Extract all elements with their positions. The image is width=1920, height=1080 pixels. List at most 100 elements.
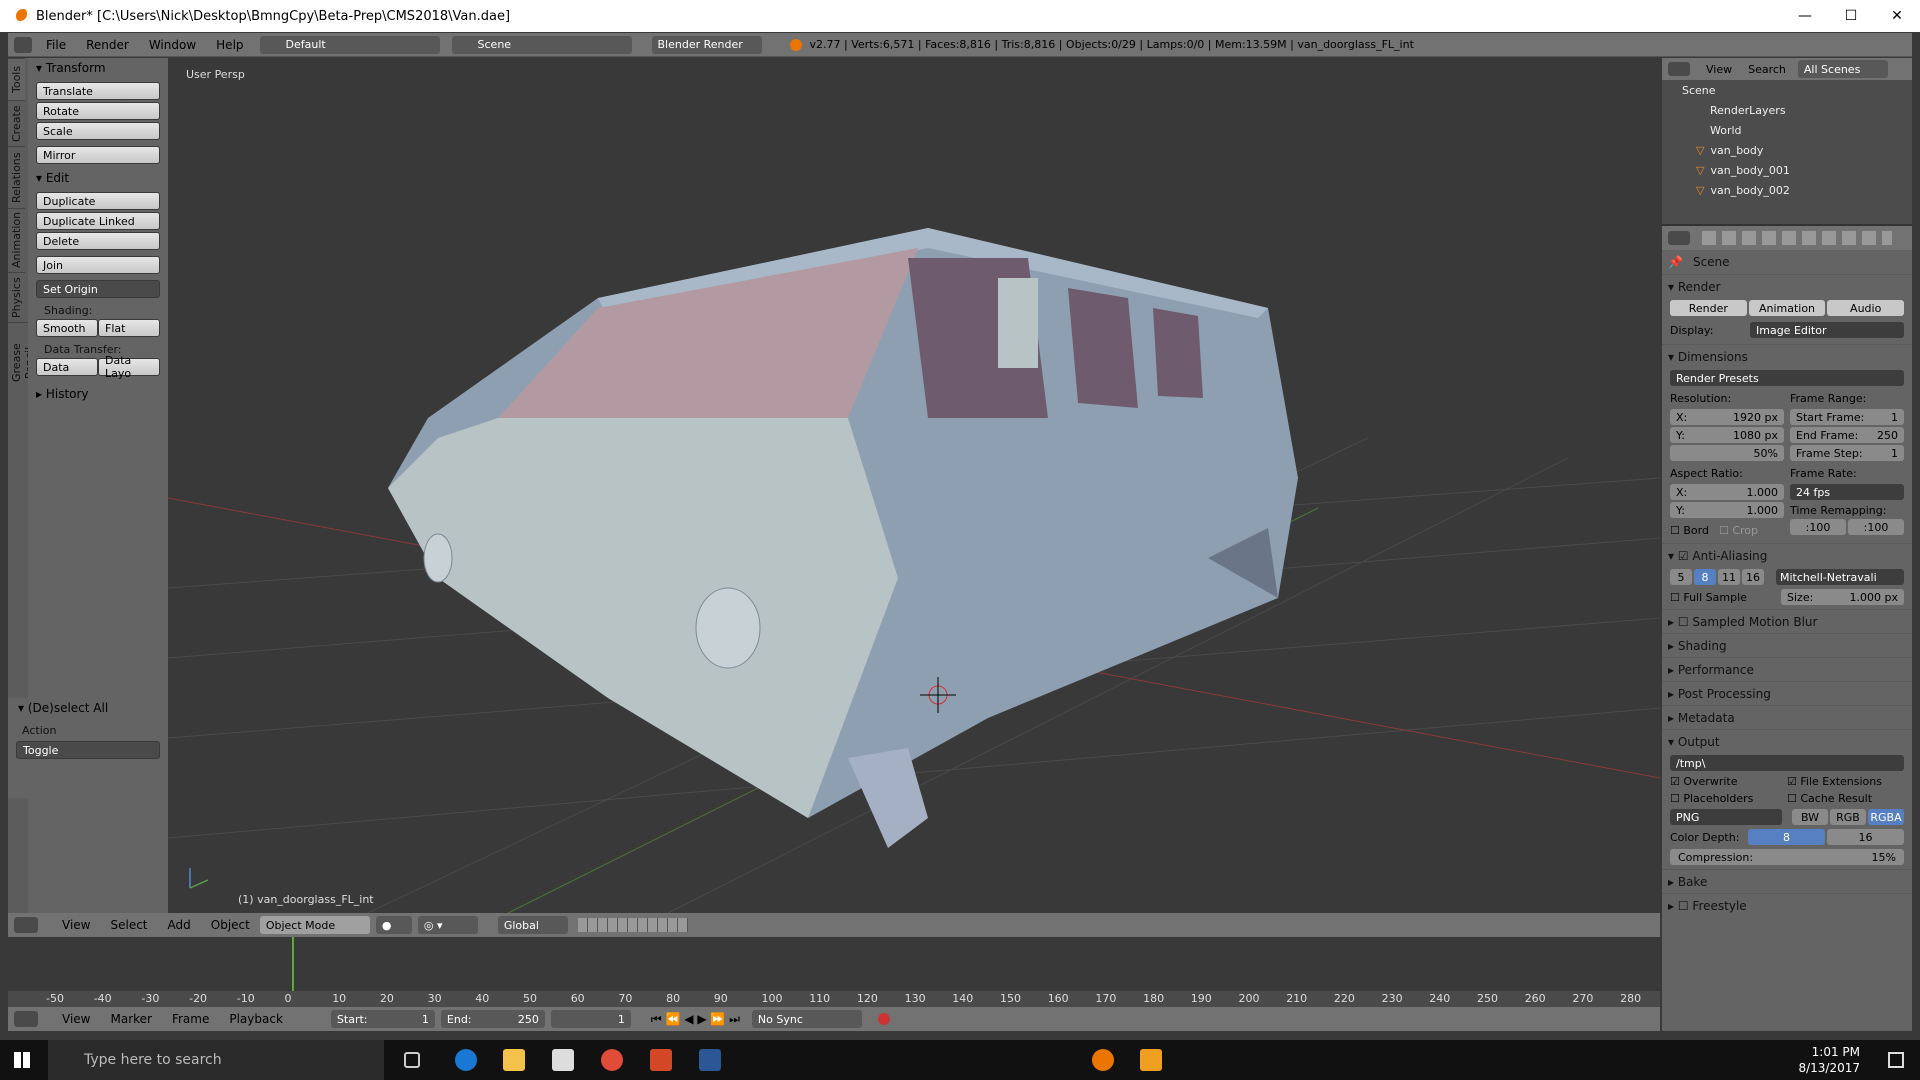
rotate-button[interactable]: Rotate (36, 102, 160, 120)
transform-panel-header[interactable]: ▾ Transform (28, 58, 168, 78)
menu-file[interactable]: File (46, 38, 66, 52)
notification-icon[interactable] (1888, 1052, 1904, 1068)
audio-button[interactable]: Audio (1827, 300, 1905, 316)
start-frame-field[interactable]: Start: 1 (330, 1010, 435, 1028)
outliner[interactable]: View Search All Scenes Scene RenderLayer… (1662, 58, 1912, 226)
aspect-x-field[interactable]: X: 1.000 (1670, 484, 1784, 500)
tab-create[interactable]: Create (8, 100, 25, 146)
select-menu[interactable]: Select (110, 918, 147, 932)
outliner-item-van-body-001[interactable]: ▽ van_body_001 (1662, 160, 1912, 180)
outliner-item-van-body-002[interactable]: ▽ van_body_002 (1662, 180, 1912, 200)
word-icon[interactable] (699, 1049, 721, 1071)
property-context-tabs[interactable] (1702, 231, 1892, 245)
editor-type-icon[interactable] (14, 917, 38, 933)
flat-button[interactable]: Flat (98, 319, 160, 337)
frame-menu[interactable]: Frame (172, 1012, 209, 1026)
aa-samples-16[interactable]: 16 (1742, 569, 1764, 585)
animation-button[interactable]: Animation (1748, 300, 1826, 316)
duplicate-button[interactable]: Duplicate (36, 192, 160, 210)
outliner-item-scene[interactable]: Scene (1662, 80, 1912, 100)
pivot-selector[interactable]: ◎ ▾ (417, 916, 478, 934)
current-frame-marker[interactable] (292, 937, 294, 991)
chrome-icon[interactable] (601, 1049, 623, 1071)
marker-menu[interactable]: Marker (110, 1012, 151, 1026)
menu-window[interactable]: Window (149, 38, 196, 52)
color-bw-button[interactable]: BW (1792, 809, 1828, 825)
pin-icon[interactable]: 📌 (1668, 255, 1683, 269)
duplicate-linked-button[interactable]: Duplicate Linked (36, 212, 160, 230)
delete-button[interactable]: Delete (36, 232, 160, 250)
border-checkbox[interactable]: ☐ Bord (1670, 524, 1709, 537)
freestyle-panel-header[interactable]: ▸ ☐ Freestyle (1662, 893, 1912, 917)
windows-start-icon[interactable] (14, 1052, 30, 1068)
color-depth-8[interactable]: 8 (1748, 829, 1825, 845)
motion-blur-panel-header[interactable]: ▸ ☐ Sampled Motion Blur (1662, 609, 1912, 633)
van-model[interactable] (388, 228, 1298, 848)
start-frame-property[interactable]: Start Frame: 1 (1790, 409, 1904, 425)
scale-button[interactable]: Scale (36, 122, 160, 140)
playback-controls[interactable]: ⏮ ⏪ ◀ ▶ ⏩ ⏭ (651, 1012, 740, 1027)
dimensions-panel-header[interactable]: ▾ Dimensions (1662, 344, 1912, 368)
anti-aliasing-panel-header[interactable]: ▾ ☑ Anti-Aliasing (1662, 543, 1912, 567)
crop-checkbox[interactable]: ☐ Crop (1719, 524, 1758, 537)
info-editor-icon[interactable] (14, 36, 32, 53)
file-format-selector[interactable]: PNG (1670, 809, 1782, 825)
set-origin-dropdown[interactable]: Set Origin (36, 280, 160, 298)
frame-rate-selector[interactable]: 24 fps (1790, 484, 1904, 500)
metadata-panel-header[interactable]: ▸ Metadata (1662, 705, 1912, 729)
frame-step-property[interactable]: Frame Step: 1 (1790, 445, 1904, 461)
maximize-button[interactable]: ☐ (1828, 0, 1874, 32)
output-path-field[interactable]: /tmp\ (1670, 755, 1904, 771)
tab-tools[interactable]: Tools (8, 58, 25, 100)
file-explorer-icon[interactable] (503, 1049, 525, 1071)
aspect-y-field[interactable]: Y: 1.000 (1670, 502, 1784, 518)
compression-slider[interactable]: Compression: 15% (1670, 849, 1904, 865)
render-presets-selector[interactable]: Render Presets (1670, 370, 1904, 386)
orientation-selector[interactable]: Global (497, 916, 568, 934)
smooth-button[interactable]: Smooth (36, 319, 98, 337)
outliner-search-menu[interactable]: Search (1748, 63, 1786, 76)
color-rgba-button[interactable]: RGBA (1868, 809, 1904, 825)
object-menu[interactable]: Object (211, 918, 250, 932)
full-sample-checkbox[interactable]: ☐ Full Sample (1670, 591, 1781, 604)
end-frame-field[interactable]: End: 250 (440, 1010, 545, 1028)
end-frame-property[interactable]: End Frame: 250 (1790, 427, 1904, 443)
tab-animation[interactable]: Animation (8, 208, 25, 272)
record-icon[interactable] (877, 1013, 890, 1025)
timeline-editor-icon[interactable] (14, 1011, 38, 1027)
layout-selector[interactable]: Default (259, 35, 440, 54)
blender-taskbar-icon[interactable] (1092, 1049, 1114, 1071)
outliner-item-world[interactable]: World (1662, 120, 1912, 140)
display-selector[interactable]: Image Editor (1750, 322, 1904, 338)
view-menu[interactable]: View (62, 918, 90, 932)
edge-icon[interactable] (455, 1049, 477, 1071)
media-player-icon[interactable] (1140, 1049, 1162, 1071)
output-panel-header[interactable]: ▾ Output (1662, 729, 1912, 753)
task-view-icon[interactable] (404, 1052, 420, 1068)
aa-samples-8[interactable]: 8 (1694, 569, 1716, 585)
join-button[interactable]: Join (36, 256, 160, 274)
outliner-editor-icon[interactable] (1668, 62, 1690, 76)
aa-samples-5[interactable]: 5 (1670, 569, 1692, 585)
data-button[interactable]: Data (36, 358, 98, 376)
shading-selector[interactable]: ● (375, 916, 412, 934)
layer-buttons[interactable] (577, 918, 688, 932)
minimize-button[interactable]: — (1782, 0, 1828, 32)
outliner-filter-selector[interactable]: All Scenes (1797, 60, 1888, 78)
tab-relations[interactable]: Relations (8, 146, 25, 208)
properties-editor-icon[interactable] (1668, 231, 1690, 245)
3d-viewport[interactable]: User Persp (1) van_doorglass_FL_int (168, 58, 1660, 913)
overwrite-checkbox[interactable]: ☑ Overwrite (1670, 775, 1787, 788)
powerpoint-icon[interactable] (650, 1049, 672, 1071)
system-clock[interactable]: 1:01 PM 8/13/2017 (1798, 1044, 1860, 1076)
timeline-view-menu[interactable]: View (62, 1012, 90, 1026)
store-icon[interactable] (552, 1049, 574, 1071)
render-engine-selector[interactable]: Blender Render (651, 35, 762, 54)
menu-render[interactable]: Render (86, 38, 129, 52)
placeholders-checkbox[interactable]: ☐ Placeholders (1670, 792, 1787, 805)
add-menu[interactable]: Add (168, 918, 191, 932)
translate-button[interactable]: Translate (36, 82, 160, 100)
aa-filter-selector[interactable]: Mitchell-Netravali (1776, 569, 1904, 585)
current-frame-field[interactable]: 1 (550, 1010, 631, 1028)
resolution-percentage-field[interactable]: 50% (1670, 445, 1784, 461)
